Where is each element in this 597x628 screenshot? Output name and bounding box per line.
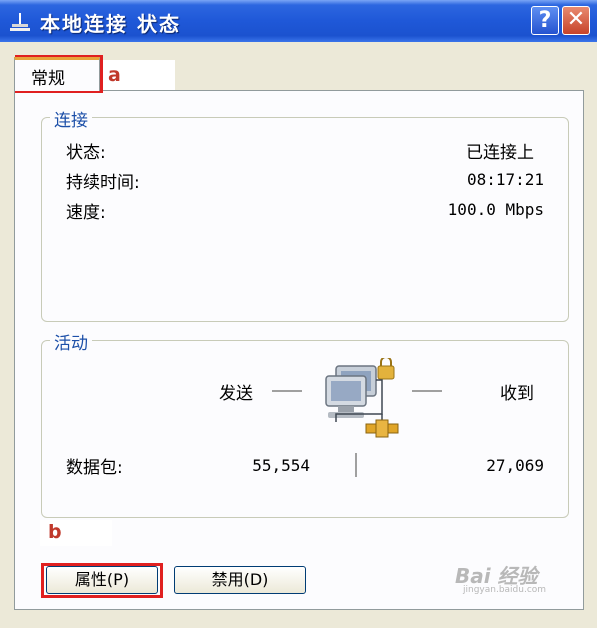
close-button[interactable]: ✕ [562, 6, 590, 35]
packets-divider [355, 453, 357, 477]
help-button[interactable]: ? [531, 6, 559, 35]
annotation-b: b [48, 521, 62, 543]
received-label: 收到 [500, 384, 534, 404]
sent-packets-value: 55,554 [252, 456, 310, 475]
window-title: 本地连接 状态 [40, 12, 181, 36]
baidu-url: jingyan.baidu.com [463, 585, 547, 595]
received-dash [412, 390, 442, 392]
tab-general[interactable]: 常规 [14, 57, 100, 91]
activity-legend: 活动 [50, 329, 92, 354]
title-bar[interactable]: 本地连接 状态 ? ✕ [0, 0, 597, 42]
annotation-a: a [108, 64, 121, 86]
duration-label: 持续时间: [66, 173, 140, 193]
network-computers-icon [318, 356, 408, 448]
network-connection-icon [8, 10, 32, 34]
sent-label: 发送 [219, 384, 253, 404]
duration-value: 08:17:21 [466, 170, 544, 189]
status-label: 状态: [66, 143, 106, 163]
properties-button[interactable]: 属性(P) [46, 566, 158, 594]
packets-label: 数据包: [66, 458, 123, 478]
baidu-watermark: Bai 经验 jingyan.baidu.com [455, 560, 595, 605]
connection-legend: 连接 [50, 106, 92, 131]
sent-dash [272, 390, 302, 392]
speed-label: 速度: [66, 203, 106, 223]
disable-button[interactable]: 禁用(D) [174, 566, 306, 594]
tab-general-label: 常规 [31, 69, 65, 89]
activity-group [41, 340, 569, 518]
status-dialog: 本地连接 状态 ? ✕ 常规 连接 状态: 已连接上 持续时间: 08:17:2… [0, 0, 597, 628]
received-packets-value: 27,069 [486, 456, 544, 475]
speed-value: 100.0 Mbps [447, 200, 544, 219]
status-value: 已连接上 [466, 143, 534, 163]
